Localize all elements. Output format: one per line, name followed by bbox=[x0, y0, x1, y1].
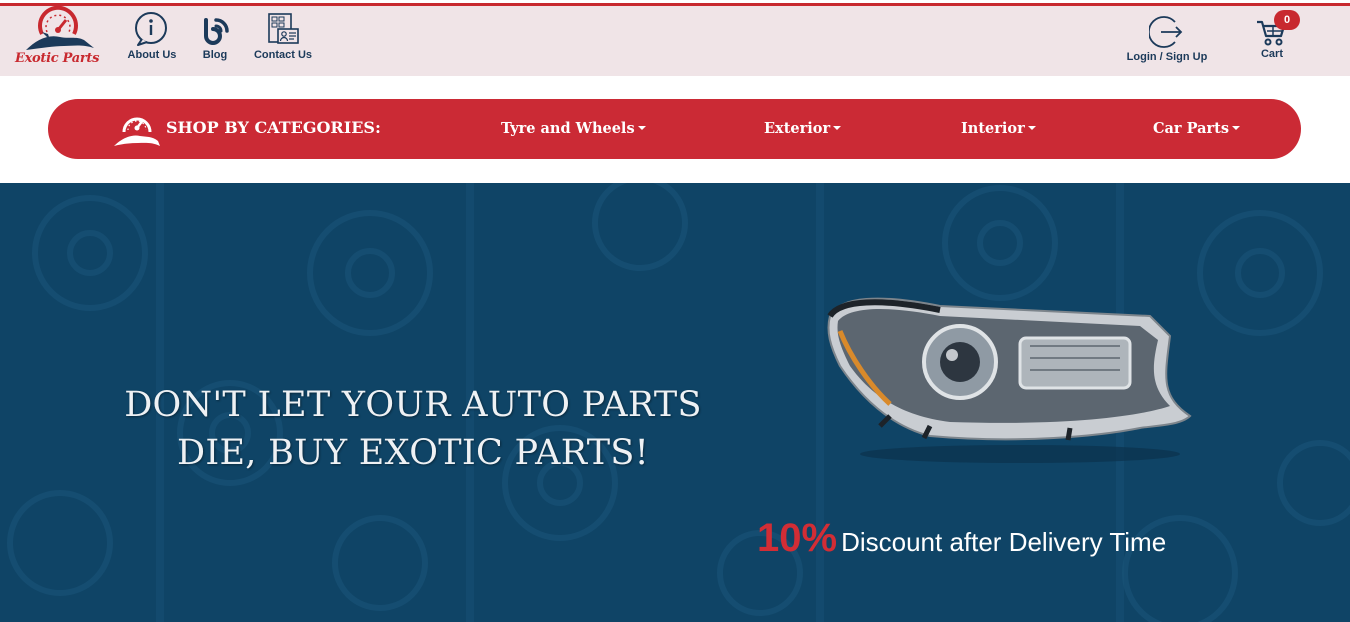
hero-headline-line2: DIE, BUY EXOTIC PARTS! bbox=[176, 433, 650, 473]
promo-percent: 10% bbox=[757, 516, 838, 560]
about-us-label: About Us bbox=[127, 49, 177, 61]
blog-label: Blog bbox=[202, 49, 228, 61]
category-label: Car Parts bbox=[1153, 120, 1230, 137]
info-icon bbox=[135, 12, 167, 46]
category-tyre-and-wheels[interactable]: Tyre and Wheels bbox=[501, 120, 646, 137]
cart-link[interactable]: 0 Cart bbox=[1252, 10, 1300, 60]
login-signup-label: Login / Sign Up bbox=[1126, 51, 1208, 63]
promo-text: Discount after Delivery Time bbox=[841, 527, 1167, 557]
category-speedometer-icon bbox=[114, 117, 160, 146]
blog-icon bbox=[204, 18, 229, 45]
category-interior[interactable]: Interior bbox=[961, 120, 1036, 137]
login-signup-link[interactable]: Login / Sign Up bbox=[1118, 14, 1216, 63]
headlamp-image bbox=[827, 297, 1192, 463]
contact-us-link[interactable]: Contact Us bbox=[249, 12, 317, 61]
shop-by-categories-title: SHOP BY CATEGORIES: bbox=[166, 118, 381, 137]
hero-headline-line1: DON'T LET YOUR AUTO PARTS bbox=[124, 385, 702, 425]
category-exterior[interactable]: Exterior bbox=[764, 120, 842, 137]
category-label: Tyre and Wheels bbox=[501, 120, 635, 137]
hero-banner: DON'T LET YOUR AUTO PARTS DIE, BUY EXOTI… bbox=[0, 183, 1350, 622]
hero-promo: 10% Discount after Delivery Time bbox=[757, 516, 1166, 561]
chevron-down-icon bbox=[1027, 125, 1036, 130]
chevron-down-icon bbox=[833, 125, 842, 130]
category-label: Interior bbox=[961, 120, 1025, 137]
logo-text: Exotic Parts bbox=[15, 51, 100, 66]
hero-headline: DON'T LET YOUR AUTO PARTS DIE, BUY EXOTI… bbox=[80, 381, 746, 477]
login-icon bbox=[1149, 16, 1183, 48]
contact-card-icon bbox=[268, 13, 299, 44]
about-us-link[interactable]: About Us bbox=[123, 12, 181, 61]
contact-us-label: Contact Us bbox=[253, 49, 313, 61]
chevron-down-icon bbox=[1232, 125, 1241, 130]
cart-count-badge: 0 bbox=[1274, 10, 1300, 30]
site-logo[interactable]: Exotic Parts bbox=[12, 4, 106, 68]
cart-label: Cart bbox=[1260, 48, 1283, 60]
category-car-parts[interactable]: Car Parts bbox=[1153, 120, 1241, 137]
chevron-down-icon bbox=[637, 125, 646, 130]
blog-link[interactable]: Blog bbox=[196, 12, 234, 61]
logo-speedometer-icon bbox=[26, 5, 94, 50]
category-label: Exterior bbox=[764, 120, 831, 137]
